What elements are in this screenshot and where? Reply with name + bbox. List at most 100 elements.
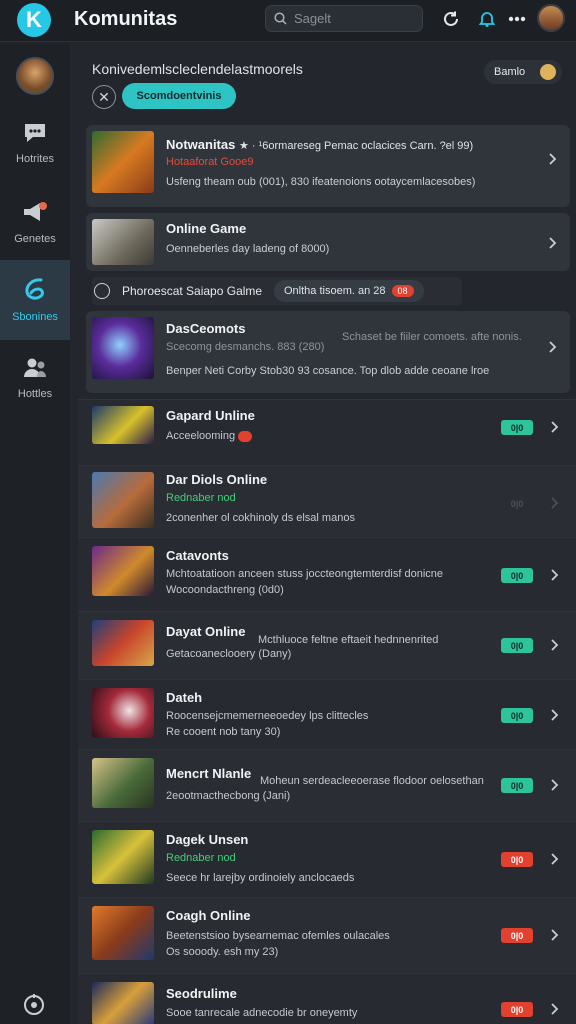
toggle-switch[interactable]: Bamlo: [484, 60, 562, 84]
megaphone-icon: [24, 202, 47, 221]
game-thumbnail: [92, 688, 154, 738]
status-badge: 0|0: [501, 708, 533, 723]
chevron-right-icon[interactable]: [548, 853, 560, 865]
card-status: Scecomg desmanchs. 883 (280): [166, 341, 325, 353]
item-subtext: Re cooent nob tany 30): [166, 726, 281, 738]
list-item[interactable]: Dayat Online Getacoaneclooery (Dany) Mct…: [78, 611, 576, 679]
list-item[interactable]: Coagh Online Beetenstsioo bysearnemac of…: [78, 897, 576, 973]
item-subtext: Wocoondacthreng (0d0): [166, 584, 284, 596]
item-subtext: Os sooody. esh my 23): [166, 946, 279, 958]
sidebar-item-hotrites[interactable]: Hotrites: [0, 103, 70, 183]
card-title: Notwanitas ★ · ¹6ormareseg Pemac oclacic…: [166, 137, 474, 152]
chat-bubble-icon: [25, 124, 45, 142]
item-title: Dar Diols Online: [166, 472, 268, 487]
card-description: Usfeng theam oub (001), 830 ifeatenoions…: [166, 176, 476, 188]
list-item[interactable]: Seodrulime Sooe tanrecale adnecodie br o…: [78, 973, 576, 1024]
status-badge: 0|0: [501, 638, 533, 653]
chevron-right-icon[interactable]: [548, 779, 560, 791]
user-avatar[interactable]: [537, 4, 565, 32]
list-item[interactable]: Dateh Roocensejcmemerneeoedey lps clitte…: [78, 679, 576, 749]
app-logo[interactable]: K: [17, 3, 51, 37]
game-thumbnail: [92, 406, 154, 444]
game-thumbnail: [92, 472, 154, 528]
item-description: 2eootmacthecbong (Jani): [166, 790, 291, 802]
list-item[interactable]: Gapard Unline Acceelooming 0|0: [78, 399, 576, 465]
card-title: DasCeomots: [166, 321, 246, 336]
list-item[interactable]: Dar Diols Online Rednaber nod 2conenher …: [78, 465, 576, 537]
card-note: Schaset be fiiler comoets. afte nonis.: [342, 331, 522, 343]
item-description: Roocensejcmemerneeoedey lps clittecles: [166, 710, 369, 722]
chevron-right-icon[interactable]: [548, 569, 560, 581]
filter-pill-button[interactable]: Scomdoentvinis: [122, 83, 236, 109]
chevron-right-icon: [549, 237, 557, 249]
notification-bell-icon[interactable]: [476, 8, 498, 30]
game-card[interactable]: Online Game Oenneberles day ladeng of 80…: [86, 213, 570, 271]
item-description: Getacoaneclooery (Dany): [166, 648, 292, 660]
search-input[interactable]: [294, 11, 404, 26]
close-button[interactable]: ✕: [92, 85, 116, 109]
chevron-right-icon[interactable]: [548, 709, 560, 721]
status-badge: 0|0: [501, 420, 533, 435]
game-thumbnail: [92, 830, 154, 884]
item-status: Acceelooming: [166, 430, 253, 442]
refresh-icon[interactable]: [440, 8, 462, 30]
game-thumbnail: [92, 131, 154, 193]
clock-icon: [94, 283, 110, 299]
list-item[interactable]: Dagek Unsen Rednaber nod Seece hr larejb…: [78, 821, 576, 897]
top-bar: K Komunitas: [0, 0, 576, 42]
toggle-label: Bamlo: [494, 66, 526, 78]
item-status: Rednaber nod: [166, 492, 236, 504]
status-badge: 0|0: [501, 778, 533, 793]
item-description: Seece hr larejby ordinoiely anclocaeds: [166, 872, 355, 884]
sidebar-item-hottles[interactable]: Hottles: [0, 338, 70, 418]
settings-gear-icon[interactable]: [22, 993, 46, 1017]
item-note: Mcthluoce feltne eftaeit hednnenrited: [258, 634, 439, 646]
card-status: Hotaaforat Gooe9: [166, 156, 254, 168]
sidebar-item-label: Hottles: [17, 388, 53, 400]
profile-avatar[interactable]: [16, 57, 54, 95]
game-card[interactable]: DasCeomots Scecomg desmanchs. 883 (280) …: [86, 311, 570, 393]
item-title: Seodrulime: [166, 986, 237, 1001]
sidebar-item-sbonines[interactable]: Sbonines: [0, 260, 70, 340]
game-thumbnail: [92, 620, 154, 666]
game-thumbnail: [92, 317, 154, 379]
status-badge: 0|0: [501, 928, 533, 943]
item-title: Dateh: [166, 690, 203, 705]
section-chip[interactable]: Onltha tisoem. an 28 08: [274, 280, 424, 302]
main-content: Konivedemlscleclendelastmoorels Bamlo ✕ …: [78, 43, 576, 1024]
item-note: Moheun serdeacleeoerase flodoor oeloseth…: [260, 775, 484, 787]
close-icon: ✕: [98, 88, 110, 105]
sidebar: Hotrites Genetes Sbonines Hottles: [0, 43, 70, 1024]
page-header: Konivedemlscleclendelastmoorels: [92, 61, 303, 77]
featured-card[interactable]: Notwanitas ★ · ¹6ormareseg Pemac oclacic…: [86, 125, 570, 207]
chevron-right-icon[interactable]: [548, 929, 560, 941]
item-title: Gapard Unline: [166, 408, 255, 423]
chip-count-badge: 08: [391, 285, 414, 297]
item-title: Coagh Online: [166, 908, 251, 923]
game-thumbnail: [92, 546, 154, 596]
search-icon: [274, 12, 287, 25]
status-badge: 0|0: [501, 568, 533, 583]
people-icon: [24, 358, 46, 377]
section-label: Phoroescat Saiapo Galme: [122, 284, 263, 298]
community-logo-icon: [25, 278, 44, 300]
chevron-right-icon[interactable]: [548, 639, 560, 651]
section-header-row[interactable]: Phoroescat Saiapo Galme Onltha tisoem. a…: [92, 277, 462, 305]
sidebar-item-genetes[interactable]: Genetes: [0, 183, 70, 263]
game-thumbnail: [92, 219, 154, 265]
item-description: Mchtoatatioon anceen stuss joccteongtemt…: [166, 568, 443, 580]
search-box[interactable]: [265, 5, 423, 32]
list-item[interactable]: Catavonts Mchtoatatioon anceen stuss joc…: [78, 537, 576, 611]
list-item[interactable]: Mencrt Nlanle 2eootmacthecbong (Jani) Mo…: [78, 749, 576, 821]
item-description: Sooe tanrecale adnecodie br oneyemty: [166, 1007, 358, 1019]
item-title: Catavonts: [166, 548, 229, 563]
status-badge: 0|0: [501, 1002, 533, 1017]
item-title: Mencrt Nlanle: [166, 766, 252, 781]
status-dot-icon: [238, 430, 253, 442]
game-thumbnail: [92, 982, 154, 1024]
more-options-icon[interactable]: [506, 8, 528, 30]
chevron-right-icon[interactable]: [548, 497, 560, 509]
chevron-right-icon[interactable]: [548, 421, 560, 433]
sidebar-item-label: Hotrites: [16, 153, 54, 165]
chevron-right-icon[interactable]: [548, 1003, 560, 1015]
